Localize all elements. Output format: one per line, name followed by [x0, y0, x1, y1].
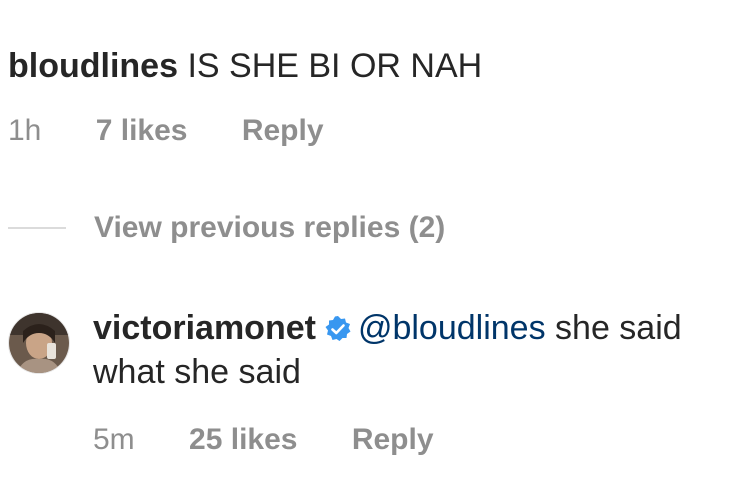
parent-comment-text: IS SHE BI OR NAH — [187, 47, 483, 85]
parent-comment-reply-button[interactable]: Reply — [242, 111, 324, 151]
reply-comment-username[interactable]: victoriamonet — [93, 309, 316, 347]
parent-comment-likes[interactable]: 7 likes — [96, 111, 188, 151]
reply-comment-meta: 5m 25 likes Reply — [93, 420, 434, 460]
avatar-image — [9, 313, 69, 373]
parent-comment-time: 1h — [8, 114, 42, 147]
reply-comment-body: victoriamonet @bloudlines she said what … — [93, 306, 713, 394]
view-previous-replies-label[interactable]: View previous replies (2) — [94, 211, 445, 245]
parent-comment-username[interactable]: bloudlines — [8, 47, 178, 85]
view-previous-replies[interactable]: View previous replies (2) — [8, 206, 445, 250]
reply-comment-mention[interactable]: @bloudlines — [358, 309, 546, 347]
reply-comment-reply-button[interactable]: Reply — [352, 420, 434, 460]
parent-comment: bloudlines IS SHE BI OR NAH — [8, 44, 482, 88]
parent-comment-meta: 1h 7 likes Reply — [8, 111, 324, 151]
reply-comment-likes[interactable]: 25 likes — [189, 420, 297, 460]
avatar[interactable] — [8, 312, 70, 374]
view-previous-divider — [8, 227, 66, 229]
verified-badge-icon — [325, 316, 351, 341]
reply-comment-time: 5m — [93, 423, 135, 456]
